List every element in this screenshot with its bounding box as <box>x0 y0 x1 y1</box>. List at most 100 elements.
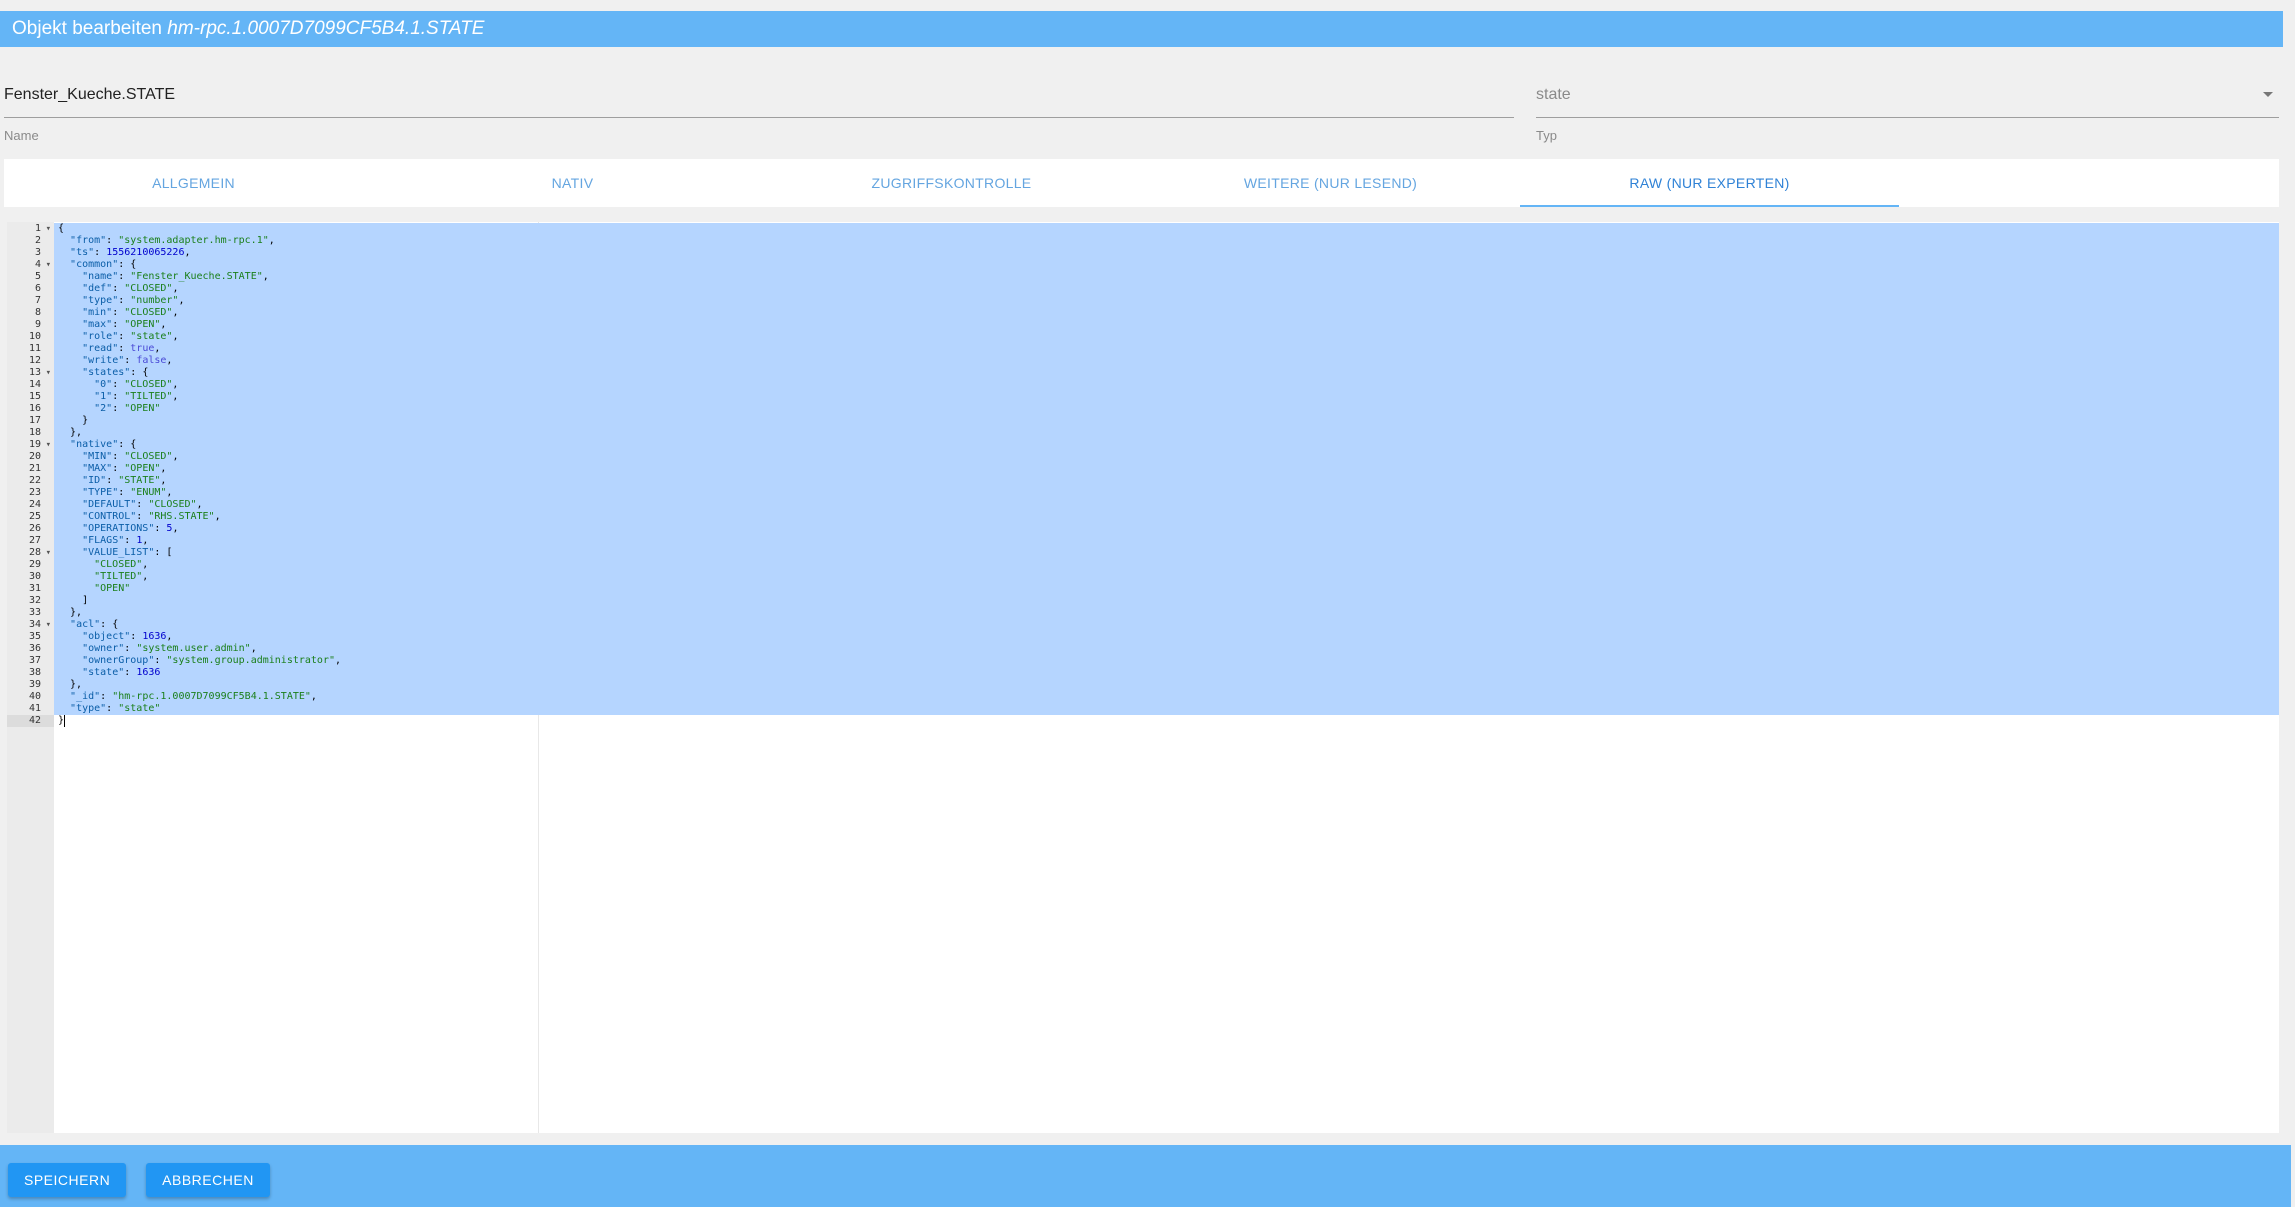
line-number[interactable]: 19 <box>7 439 54 451</box>
code-line: "ownerGroup": "system.group.administrato… <box>82 655 342 666</box>
line-number: 6 <box>34 283 41 294</box>
code-line: "1": "TILTED", <box>94 391 179 402</box>
line-number[interactable]: 34 <box>7 619 54 631</box>
tab-zugriffskontrolle[interactable]: ZUGRIFFSKONTROLLE <box>762 159 1141 207</box>
line-number[interactable]: 4 <box>7 259 54 271</box>
line-number: 31 <box>28 583 41 594</box>
name-label: Name <box>4 128 39 143</box>
code-line: "max": "OPEN", <box>82 319 167 330</box>
code-line: "ts": 1556210065226, <box>70 247 191 258</box>
cancel-button[interactable]: ABBRECHEN <box>146 1163 270 1197</box>
code-line: } <box>58 715 65 726</box>
dialog-object-id: hm-rpc.1.0007D7099CF5B4.1.STATE <box>167 18 485 39</box>
type-field[interactable]: state Typ <box>1536 80 2279 143</box>
code-line: "0": "CLOSED", <box>94 379 179 390</box>
code-line: "states": { <box>82 367 149 378</box>
code-line: "native": { <box>70 439 137 450</box>
tab-raw[interactable]: RAW (NUR EXPERTEN) <box>1520 159 1899 207</box>
line-number: 42 <box>28 715 41 726</box>
code-line: "read": true, <box>82 343 161 354</box>
line-number: 16 <box>28 403 41 414</box>
name-field[interactable]: Fenster_Kueche.STATE Name <box>4 80 1514 143</box>
text-cursor <box>64 715 65 727</box>
chevron-down-icon[interactable] <box>2263 92 2273 97</box>
code-line: ] <box>58 595 89 606</box>
line-number[interactable]: 28 <box>7 547 54 559</box>
save-button[interactable]: SPEICHERN <box>8 1163 126 1197</box>
line-number: 10 <box>28 331 41 342</box>
line-number: 5 <box>34 271 41 282</box>
line-number: 21 <box>28 463 41 474</box>
dialog-title-prefix: Objekt bearbeiten <box>12 18 162 39</box>
tab-nativ[interactable]: NATIV <box>383 159 762 207</box>
code-line: "min": "CLOSED", <box>82 307 179 318</box>
line-number: 40 <box>28 691 41 702</box>
line-number: 24 <box>28 499 41 510</box>
line-number: 32 <box>28 595 41 606</box>
line-number: 33 <box>28 607 41 618</box>
line-number[interactable]: 13 <box>7 367 54 379</box>
line-number: 8 <box>34 307 41 318</box>
line-number: 3 <box>34 247 41 258</box>
line-number: 18 <box>28 427 41 438</box>
line-number: 41 <box>28 703 41 714</box>
line-number: 39 <box>28 679 41 690</box>
code-line: }, <box>58 427 83 438</box>
dialog-title: Objekt bearbeiten hm-rpc.1.0007D7099CF5B… <box>0 11 2283 47</box>
line-number: 26 <box>28 523 41 534</box>
dialog-footer: SPEICHERN ABBRECHEN <box>0 1145 2291 1207</box>
line-numbers: 1234567891011121314151617181920212223242… <box>7 223 54 727</box>
text-selection <box>54 223 2279 715</box>
name-input[interactable]: Fenster_Kueche.STATE <box>4 80 1514 118</box>
line-number: 17 <box>28 415 41 426</box>
code-line: "ID": "STATE", <box>82 475 167 486</box>
type-select-value: state <box>1536 86 1571 103</box>
code-line: "MAX": "OPEN", <box>82 463 167 474</box>
tab-weitere[interactable]: WEITERE (NUR LESEND) <box>1141 159 1520 207</box>
line-number: 35 <box>28 631 41 642</box>
line-number: 36 <box>28 643 41 654</box>
line-number: 11 <box>28 343 41 354</box>
code-line: "CONTROL": "RHS.STATE", <box>82 511 221 522</box>
code-line: "2": "OPEN" <box>94 403 161 414</box>
code-line: "state": 1636 <box>82 667 161 678</box>
line-number[interactable]: 1 <box>7 223 54 235</box>
code-line: "role": "state", <box>82 331 179 342</box>
code-line: "OPERATIONS": 5, <box>82 523 179 534</box>
code-line: "FLAGS": 1, <box>82 535 149 546</box>
code-line: "common": { <box>70 259 137 270</box>
code-line: "acl": { <box>70 619 119 630</box>
code-line: "TYPE": "ENUM", <box>82 487 173 498</box>
line-number: 25 <box>28 511 41 522</box>
code-line: "def": "CLOSED", <box>82 283 179 294</box>
code-line: "type": "number", <box>82 295 185 306</box>
line-number: 27 <box>28 535 41 546</box>
code-content[interactable]: { "from": "system.adapter.hm-rpc.1", "ts… <box>58 223 341 727</box>
line-number: 9 <box>34 319 41 330</box>
code-line: "name": "Fenster_Kueche.STATE", <box>82 271 269 282</box>
line-number: 29 <box>28 559 41 570</box>
type-label: Typ <box>1536 128 1557 143</box>
code-line: "TILTED", <box>94 571 149 582</box>
json-editor[interactable]: 1234567891011121314151617181920212223242… <box>7 222 2279 1133</box>
line-number: 23 <box>28 487 41 498</box>
code-line: "DEFAULT": "CLOSED", <box>82 499 203 510</box>
code-line: "CLOSED", <box>94 559 149 570</box>
line-number: 22 <box>28 475 41 486</box>
code-line: "owner": "system.user.admin", <box>82 643 257 654</box>
line-number: 15 <box>28 391 41 402</box>
line-number: 38 <box>28 667 41 678</box>
code-line: "object": 1636, <box>82 631 173 642</box>
code-line: "from": "system.adapter.hm-rpc.1", <box>70 235 275 246</box>
code-line: "write": false, <box>82 355 173 366</box>
code-line: "MIN": "CLOSED", <box>82 451 179 462</box>
line-number: 12 <box>28 355 41 366</box>
type-select[interactable]: state <box>1536 80 2279 118</box>
line-number: 37 <box>28 655 41 666</box>
code-line: "VALUE_LIST": [ <box>82 547 173 558</box>
tab-allgemein[interactable]: ALLGEMEIN <box>4 159 383 207</box>
code-line: }, <box>58 679 83 690</box>
code-line: "_id": "hm-rpc.1.0007D7099CF5B4.1.STATE"… <box>70 691 317 702</box>
line-number: 20 <box>28 451 41 462</box>
code-line: { <box>58 223 65 234</box>
